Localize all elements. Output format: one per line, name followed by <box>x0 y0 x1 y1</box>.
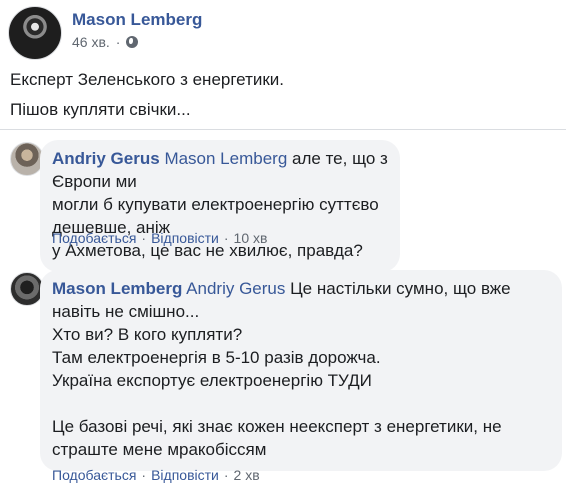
comment-text: Це базові речі, які знає кожен неексперт… <box>52 417 502 436</box>
post-text-line: Експерт Зеленського з енергетики. <box>10 70 285 89</box>
globe-icon[interactable] <box>126 36 139 48</box>
divider <box>0 129 566 130</box>
separator-dot: · <box>223 230 229 246</box>
comment-time[interactable]: 2 хв <box>234 467 260 483</box>
post-header: Mason Lemberg 46 хв. · <box>8 6 202 62</box>
comment-actions: Подобається · Відповісти · 10 хв <box>52 230 267 246</box>
separator-dot: · <box>223 467 229 483</box>
comment-line: Mason Lemberg Andriy Gerus Це настільки … <box>52 277 550 300</box>
reply-link[interactable]: Відповісти <box>151 230 219 246</box>
post-meta: Mason Lemberg 46 хв. · <box>72 6 202 62</box>
separator-dot: · <box>141 230 147 246</box>
comment-actions: Подобається · Відповісти · 2 хв <box>52 467 260 483</box>
commenter-avatar[interactable] <box>10 272 44 306</box>
reply-link[interactable]: Відповісти <box>151 467 219 483</box>
mention-link[interactable]: Mason Lemberg <box>164 149 287 168</box>
comment-bubble: Mason Lemberg Andriy Gerus Це настільки … <box>40 270 562 471</box>
comment-bubble: Andriy Gerus Mason Lemberg але те, що з … <box>40 140 400 272</box>
commenter-name[interactable]: Mason Lemberg <box>52 279 182 298</box>
mention-link[interactable]: Andriy Gerus <box>186 279 285 298</box>
like-link[interactable]: Подобається <box>52 230 136 246</box>
commenter-avatar[interactable] <box>10 142 44 176</box>
separator-dot: · <box>141 467 147 483</box>
like-link[interactable]: Подобається <box>52 467 136 483</box>
author-avatar[interactable] <box>8 6 62 60</box>
post-timestamp[interactable]: 46 хв. <box>72 34 110 50</box>
comment-line: Andriy Gerus Mason Lemberg але те, що з … <box>52 147 388 193</box>
comment-text: Це настільки сумно, що вже <box>290 279 511 298</box>
comment-text: Хто ви? В кого купляти? <box>52 325 243 344</box>
comment-text: навіть не смішно... <box>52 302 200 321</box>
comment-text: Україна експортує електроенергію ТУДИ <box>52 371 372 390</box>
comment-text: Там електроенергія в 5-10 разів дорожча. <box>52 348 381 367</box>
comment-time[interactable]: 10 хв <box>234 230 268 246</box>
commenter-name[interactable]: Andriy Gerus <box>52 149 160 168</box>
post-author-link[interactable]: Mason Lemberg <box>72 10 202 30</box>
post-text-line: Пішов купляти свічки... <box>10 100 191 119</box>
separator-dot: · <box>115 34 121 50</box>
post-subline: 46 хв. · <box>72 34 202 50</box>
comment-text: страште мене мракобіссям <box>52 440 267 459</box>
